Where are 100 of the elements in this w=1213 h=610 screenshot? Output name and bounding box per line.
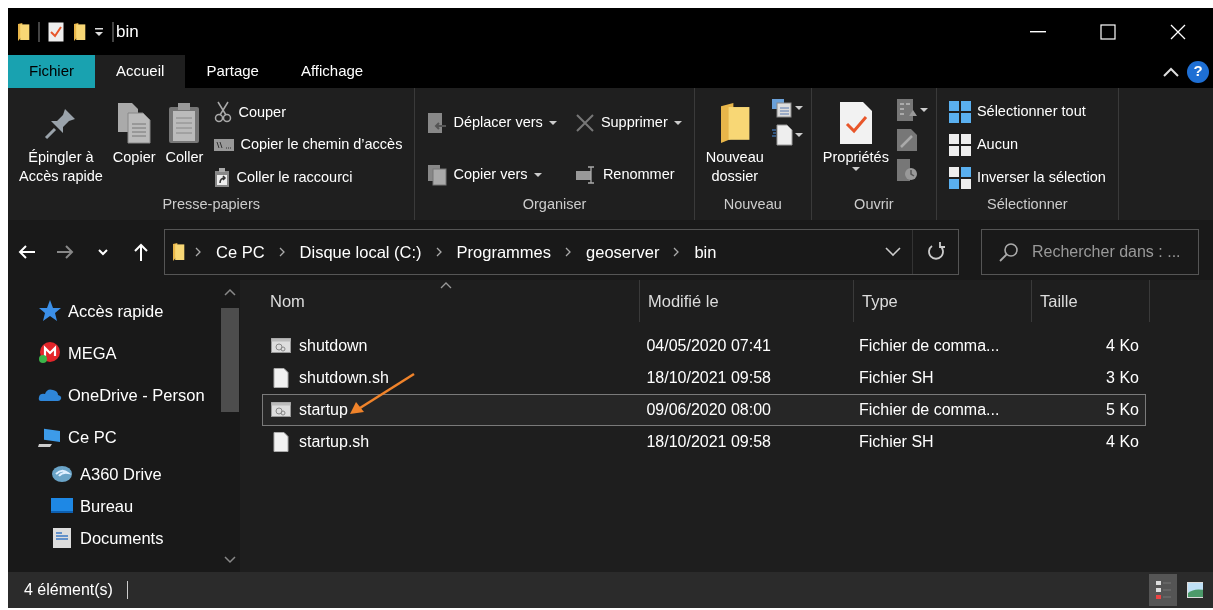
ribbon-button[interactable]: Couper (210, 96, 407, 129)
details-view-icon (1155, 579, 1171, 601)
ribbon-tab[interactable]: Partage (185, 55, 280, 88)
sidebar-item[interactable]: OneDrive - Person (8, 374, 211, 416)
copy-icon (117, 102, 152, 144)
group-label: Organiser (521, 195, 588, 214)
column-header[interactable]: Modifié le (640, 280, 854, 322)
ribbon-button[interactable]: Copier vers (423, 156, 561, 194)
ribbon-button[interactable]: Nouveau dossier (702, 94, 767, 194)
ribbon-button[interactable]: Propriétés (819, 94, 892, 194)
select-all-icon (948, 101, 971, 124)
column-header[interactable]: Taille (1032, 280, 1150, 322)
shortcut-icon (214, 167, 231, 188)
clipboard-icon (168, 102, 201, 144)
breadcrumb-item[interactable]: geoserver (582, 239, 664, 265)
help-button[interactable]: ? (1187, 60, 1209, 83)
folder-icon (171, 242, 185, 262)
ribbon-button[interactable]: Copier le chemin d’accès (210, 128, 407, 162)
file-menu-tab[interactable]: Fichier (8, 55, 95, 88)
sidebar-item[interactable]: A360 Drive (8, 458, 168, 490)
scroll-up-icon[interactable] (224, 288, 236, 296)
file-row[interactable]: startup.sh 18/10/2021 09:58 Fichier SH 4 Ko (262, 426, 1146, 458)
details-view-button[interactable] (1149, 574, 1177, 606)
file-name: startup.sh (299, 432, 370, 452)
file-icon (271, 432, 291, 452)
file-row[interactable]: shutdown 04/05/2020 07:41 Fichier de comma... 4 Ko (262, 330, 1146, 362)
column-header[interactable]: Type (854, 280, 1032, 322)
ribbon-button[interactable]: Supprimer (570, 104, 686, 142)
dropdown-icon[interactable] (94, 26, 104, 37)
ribbon-tab[interactable]: Affichage (279, 55, 385, 88)
copy-to-icon (427, 164, 448, 186)
table-cell-text: 4 Ko (1106, 432, 1139, 452)
chevron-icon (435, 247, 443, 257)
sidebar-item[interactable]: Ce PC (8, 416, 123, 458)
sidebar-item[interactable]: Documents (8, 522, 170, 554)
invert-selection-icon (948, 166, 971, 189)
folder-icon[interactable] (72, 21, 86, 42)
breadcrumb-item[interactable]: bin (690, 239, 721, 265)
table-cell-text: 5 Ko (1106, 400, 1139, 420)
open-icon (895, 98, 918, 122)
table-cell-text: 09/06/2020 08:00 (646, 400, 771, 420)
new-folder-icon (718, 102, 751, 144)
chevron-icon (195, 247, 202, 257)
address-bar[interactable]: Ce PC Disque local (C:) Programmes geoserver bin (164, 229, 959, 275)
column-header[interactable]: Nom (262, 280, 640, 322)
properties-icon (838, 101, 873, 145)
ribbon-button[interactable]: Déplacer vers (423, 104, 561, 142)
preview-view-icon (1187, 579, 1203, 601)
mega-icon (38, 341, 62, 365)
history-icon (895, 158, 918, 182)
group-label: Presse-papiers (161, 195, 261, 214)
ribbon-button[interactable]: Sélectionner tout (944, 96, 1110, 129)
group-label: Ouvrir (853, 195, 895, 214)
table-cell-text: 3 Ko (1106, 368, 1139, 388)
group-label: Nouveau (722, 195, 783, 214)
script-file-icon (271, 336, 291, 356)
table-cell-text: 04/05/2020 07:41 (646, 336, 771, 356)
ribbon-tab[interactable]: Accueil (95, 55, 186, 88)
scrollbar-thumb[interactable] (221, 308, 239, 412)
properties-icon[interactable] (48, 21, 64, 42)
ribbon-button[interactable]: Copier (109, 94, 159, 194)
file-name: shutdown (299, 336, 368, 356)
ribbon-button[interactable] (770, 124, 803, 146)
folder-icon (16, 21, 30, 42)
breadcrumb-item[interactable]: Disque local (C:) (295, 239, 426, 265)
file-row[interactable]: startup 09/06/2020 08:00 Fichier de comma... 5 Ko (262, 394, 1146, 426)
breadcrumb-item[interactable]: Programmes (452, 239, 556, 265)
table-cell-text: Fichier de comma... (858, 400, 1000, 420)
chevron-down-icon (885, 247, 901, 257)
chevron-icon (278, 247, 286, 257)
ribbon-button[interactable] (770, 98, 803, 118)
sidebar-item[interactable]: Bureau (8, 490, 140, 522)
ribbon-button[interactable]: Coller le raccourci (210, 161, 407, 194)
star-icon (38, 299, 62, 323)
ribbon-button[interactable]: Inverser la sélection (944, 161, 1110, 194)
new-item-icon (770, 98, 793, 118)
file-row[interactable]: shutdown.sh 18/10/2021 09:58 Fichier SH 3 Ko (262, 362, 1146, 394)
move-to-icon (427, 112, 448, 134)
breadcrumb-item[interactable]: Ce PC (212, 239, 269, 265)
ribbon-button[interactable]: Épingler à Accès rapide (16, 94, 106, 194)
collapse-ribbon-icon[interactable] (1163, 66, 1179, 77)
ribbon-button[interactable] (895, 98, 928, 122)
sidebar-item[interactable]: MEGA (8, 332, 123, 374)
sidebar-item[interactable]: Accès rapide (8, 290, 170, 332)
ribbon-button[interactable]: Coller (162, 94, 207, 194)
window-title: bin (116, 20, 139, 43)
minimize-icon (1030, 30, 1046, 33)
scroll-down-icon[interactable] (224, 556, 236, 564)
ribbon-button[interactable]: Aucun (944, 128, 1110, 162)
refresh-icon (925, 242, 946, 262)
file-icon (271, 368, 291, 388)
close-icon (1170, 23, 1186, 40)
rename-icon (574, 166, 597, 184)
select-none-icon (948, 134, 971, 156)
table-cell-text: Fichier SH (858, 368, 934, 388)
ribbon-button[interactable]: Renommer (570, 156, 686, 194)
table-cell-text: Fichier de comma... (858, 336, 1000, 356)
script-file-icon (271, 400, 291, 420)
search-field[interactable]: Rechercher dans : ... (981, 229, 1199, 275)
chevron-icon (565, 247, 573, 257)
